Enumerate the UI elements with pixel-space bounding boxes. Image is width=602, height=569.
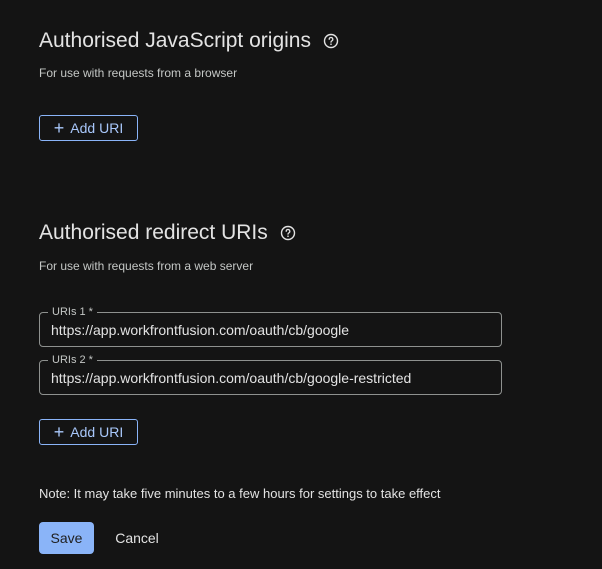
add-uri-label: Add URI [70,424,124,440]
js-origins-title: Authorised JavaScript origins [39,29,339,53]
redirect-uri-input-2[interactable] [51,361,493,394]
add-redirect-uri-button[interactable]: + Add URI [39,419,138,445]
redirect-uri-field-2[interactable]: URIs 2 * [39,353,502,395]
cancel-button[interactable]: Cancel [106,522,168,554]
redirect-uri-field-1[interactable]: URIs 1 * [39,305,502,347]
plus-icon: + [53,118,65,138]
help-circle-icon[interactable] [323,33,339,49]
redirect-uris-description: For use with requests from a web server [39,259,254,273]
plus-icon: + [53,422,65,442]
save-button[interactable]: Save [39,522,94,554]
settings-note: Note: It may take five minutes to a few … [39,486,441,501]
add-uri-label: Add URI [70,120,124,136]
add-js-origin-uri-button[interactable]: + Add URI [39,115,138,141]
js-origins-description: For use with requests from a browser [39,66,238,80]
redirect-uri-input-1[interactable] [51,313,493,346]
redirect-uris-title-text: Authorised redirect URIs [39,221,268,244]
help-circle-icon[interactable] [280,225,296,241]
js-origins-title-text: Authorised JavaScript origins [39,29,311,52]
redirect-uris-title: Authorised redirect URIs [39,221,296,245]
